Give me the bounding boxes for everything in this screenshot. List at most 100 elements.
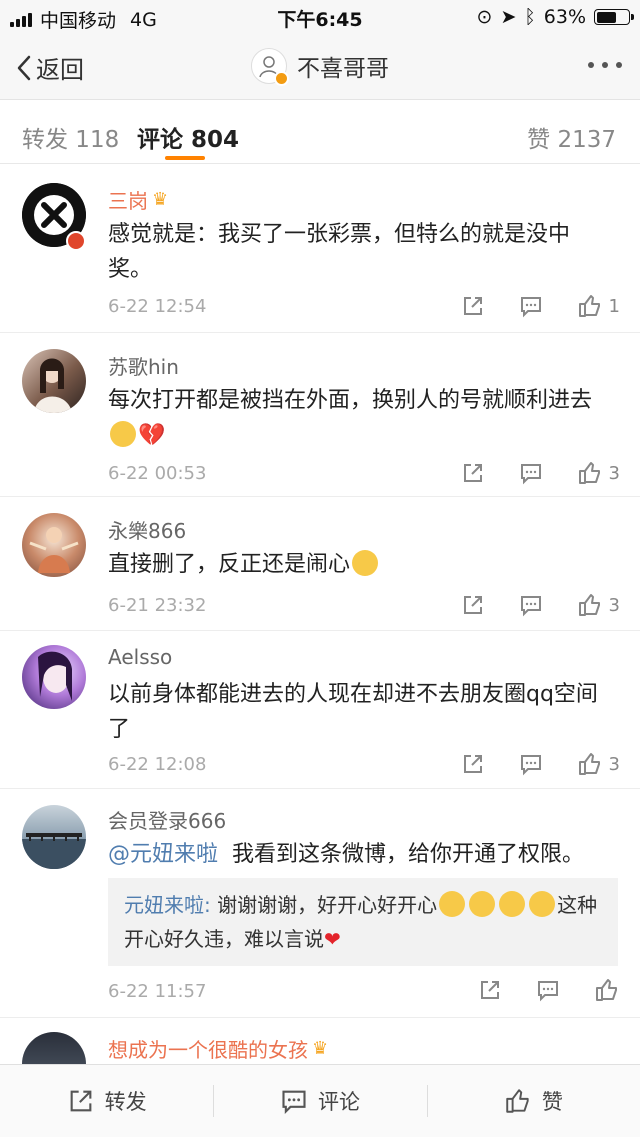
avatar[interactable] bbox=[22, 805, 86, 869]
thumbs-up-icon bbox=[506, 1089, 529, 1113]
share-button[interactable] bbox=[461, 752, 485, 776]
comment-item: 苏歌hin 每次打开都是被挡在外面，换别人的号就顺利进去 💔 6-22 00:5… bbox=[0, 333, 640, 497]
heart-icon: ❤ bbox=[324, 927, 341, 951]
dot-icon bbox=[616, 62, 622, 68]
reply-button[interactable] bbox=[519, 752, 543, 776]
battery-fill bbox=[596, 11, 617, 23]
comment-icon bbox=[520, 297, 541, 318]
username[interactable]: Aelsso bbox=[108, 645, 172, 669]
nav-avatar[interactable] bbox=[251, 48, 289, 86]
kiss-emoji-icon bbox=[499, 891, 526, 917]
figure-art-icon bbox=[29, 527, 79, 573]
comment-item: 三岗 ♛ 感觉就是：我买了一张彩票，但特么的就是没中奖。 6-22 12:54 1 bbox=[0, 165, 640, 333]
kiss-emoji-icon bbox=[529, 891, 556, 917]
nav-bar: 返回 不喜哥哥 bbox=[0, 36, 640, 100]
username[interactable]: 苏歌hin bbox=[108, 351, 179, 380]
thinking-emoji-icon bbox=[110, 421, 136, 447]
avatar[interactable] bbox=[22, 513, 86, 577]
comment-time: 6-22 00:53 bbox=[108, 463, 207, 484]
tab-comments[interactable]: 评论 804 bbox=[137, 120, 239, 154]
share-icon bbox=[70, 1090, 92, 1112]
comment-actions: 3 bbox=[461, 460, 620, 486]
like-count: 1 bbox=[608, 295, 620, 317]
reply-button[interactable] bbox=[519, 461, 543, 485]
share-icon bbox=[463, 297, 482, 315]
face-photo-icon bbox=[38, 651, 72, 701]
dot-icon bbox=[602, 62, 608, 68]
reply-button[interactable] bbox=[519, 294, 543, 318]
more-menu-button[interactable] bbox=[588, 62, 622, 68]
like-post-button[interactable]: 赞 bbox=[426, 1065, 640, 1137]
verified-badge-icon bbox=[66, 231, 86, 251]
reply-preview[interactable]: 元妞来啦: 谢谢谢谢，好开心好开心 这种开心好久违，难以言说❤ bbox=[108, 878, 618, 966]
comment-text: 每次打开都是被挡在外面，换别人的号就顺利进去 bbox=[108, 388, 593, 413]
comment-button[interactable]: 评论 bbox=[213, 1065, 426, 1137]
person-photo-icon bbox=[34, 358, 72, 413]
reply-button[interactable] bbox=[519, 593, 543, 617]
thumbs-up-icon bbox=[578, 462, 600, 484]
username[interactable]: 会员登录666 bbox=[108, 805, 226, 834]
share-icon bbox=[463, 464, 482, 482]
username[interactable]: 永樂866 bbox=[108, 515, 186, 544]
like-label: 赞 bbox=[541, 1090, 563, 1114]
comment-item: 会员登录666 @元妞来啦 我看到这条微博，给你开通了权限。 元妞来啦: 谢谢谢… bbox=[0, 789, 640, 1018]
reply-text-a: 谢谢谢谢，好开心好开心 bbox=[217, 893, 438, 917]
comment-text: 我看到这条微博，给你开通了权限。 bbox=[232, 842, 585, 867]
comment-time: 6-21 23:32 bbox=[108, 595, 207, 616]
username[interactable]: 三岗 bbox=[108, 185, 148, 214]
share-icon bbox=[481, 981, 499, 999]
battery-percent: 63% bbox=[543, 6, 586, 28]
tab-reposts[interactable]: 转发 118 bbox=[22, 120, 119, 154]
crown-icon: ♛ bbox=[152, 189, 169, 210]
comment-actions: 1 bbox=[461, 293, 620, 319]
page-title: 不喜哥哥 bbox=[297, 56, 389, 82]
thumbs-up-icon bbox=[578, 295, 600, 317]
share-icon bbox=[463, 596, 482, 614]
verified-badge-icon bbox=[274, 71, 289, 86]
reply-username[interactable]: 元妞来啦: bbox=[124, 893, 211, 917]
comment-actions: 3 bbox=[461, 751, 620, 777]
active-tab-indicator bbox=[165, 156, 205, 160]
like-button[interactable]: 3 bbox=[577, 751, 620, 777]
comment-user-row: 想成为一个很酷的女孩 ♛ bbox=[108, 1034, 328, 1063]
lock-rotation-icon: ⊙ bbox=[476, 6, 493, 28]
thumbs-up-icon bbox=[578, 753, 600, 775]
comment-time: 6-22 11:57 bbox=[108, 981, 207, 1002]
comment-list: 三岗 ♛ 感觉就是：我买了一张彩票，但特么的就是没中奖。 6-22 12:54 1… bbox=[0, 165, 640, 1096]
like-count: 3 bbox=[608, 753, 620, 775]
like-count: 3 bbox=[608, 462, 620, 484]
share-button[interactable] bbox=[461, 461, 485, 485]
comment-user-row: 三岗 ♛ bbox=[108, 185, 168, 214]
avatar[interactable] bbox=[22, 349, 86, 413]
comment-text-block: 每次打开都是被挡在外面，换别人的号就顺利进去 💔 bbox=[108, 383, 628, 453]
share-button[interactable] bbox=[478, 978, 502, 1002]
comment-icon bbox=[520, 596, 541, 617]
avatar[interactable] bbox=[22, 645, 86, 709]
username[interactable]: 想成为一个很酷的女孩 bbox=[108, 1034, 308, 1063]
mention-link[interactable]: @元妞来啦 bbox=[108, 842, 218, 867]
comment-actions bbox=[478, 977, 620, 1003]
pier-photo-icon bbox=[22, 833, 86, 869]
comment-text: 感觉就是：我买了一张彩票，但特么的就是没中奖。 bbox=[108, 222, 571, 282]
comment-text-block: 直接删了，反正还是闹心 bbox=[108, 547, 608, 582]
comment-time: 6-22 12:08 bbox=[108, 754, 207, 775]
like-button[interactable] bbox=[594, 977, 620, 1003]
battery-icon bbox=[594, 9, 634, 25]
like-count: 3 bbox=[608, 594, 620, 616]
tab-bar: 转发 118 评论 804 赞 2137 bbox=[0, 100, 640, 164]
like-button[interactable]: 3 bbox=[577, 460, 620, 486]
repost-button[interactable]: 转发 bbox=[0, 1065, 213, 1137]
like-button[interactable]: 3 bbox=[577, 592, 620, 618]
share-button[interactable] bbox=[461, 593, 485, 617]
comment-actions: 3 bbox=[461, 592, 620, 618]
bottom-action-bar: 转发 评论 赞 bbox=[0, 1064, 640, 1137]
crown-icon: ♛ bbox=[312, 1038, 329, 1059]
reply-button[interactable] bbox=[536, 978, 560, 1002]
tab-likes[interactable]: 赞 2137 bbox=[527, 120, 616, 154]
dot-icon bbox=[588, 62, 594, 68]
kiss-emoji-icon bbox=[469, 891, 496, 917]
like-button[interactable]: 1 bbox=[577, 293, 620, 319]
status-bar: 中国移动 4G 下午6:45 ⊙ ➤ ᛒ 63% bbox=[0, 0, 640, 36]
comment-text: 直接删了，反正还是闹心 bbox=[108, 552, 351, 577]
share-button[interactable] bbox=[461, 294, 485, 318]
